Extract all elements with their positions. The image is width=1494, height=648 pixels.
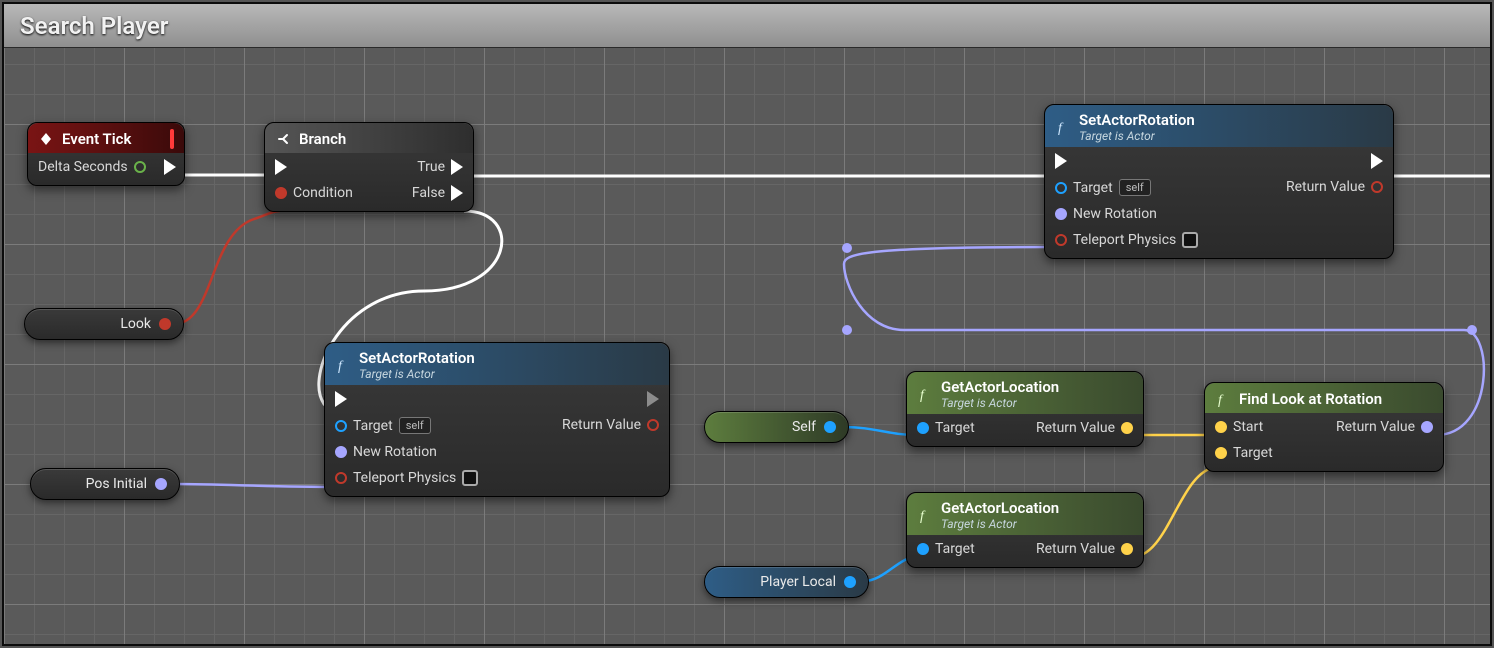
- event-icon: [38, 131, 54, 147]
- node-title: GetActorLocation: [941, 499, 1059, 517]
- node-set-actor-rotation-top[interactable]: f SetActorRotation Target is Actor Targe…: [1044, 104, 1394, 259]
- branch-icon: [275, 131, 291, 147]
- pin-rotator-icon: [335, 446, 347, 458]
- pin-bool-icon: [1055, 234, 1067, 246]
- pin-bool-icon: [1371, 181, 1383, 193]
- input-teleport-physics[interactable]: Teleport Physics: [335, 470, 478, 486]
- svg-text:f: f: [1218, 393, 1224, 407]
- pin-vector-icon: [1121, 543, 1133, 555]
- node-title: SetActorRotation: [1079, 111, 1195, 129]
- svg-text:f: f: [920, 388, 926, 402]
- svg-text:f: f: [338, 359, 344, 373]
- node-title: Find Look at Rotation: [1239, 390, 1382, 408]
- output-delta-seconds[interactable]: Delta Seconds: [38, 159, 146, 175]
- pin-vector-icon: [1215, 447, 1227, 459]
- function-icon: f: [917, 507, 933, 523]
- node-title: GetActorLocation: [941, 378, 1059, 396]
- var-self[interactable]: Self: [704, 411, 849, 443]
- input-target[interactable]: Target: [917, 541, 975, 557]
- self-chip: self: [399, 417, 431, 434]
- panel-title: Search Player: [4, 4, 1490, 48]
- input-target[interactable]: Target: [917, 420, 975, 436]
- input-new-rotation[interactable]: New Rotation: [335, 444, 478, 460]
- pin-vector-icon: [1121, 422, 1133, 434]
- pin-vector-icon: [1215, 421, 1227, 433]
- exec-in[interactable]: [275, 159, 353, 175]
- node-find-look-at-rotation[interactable]: f Find Look at Rotation Start Target Ret…: [1204, 382, 1444, 472]
- pin-object-icon: [917, 422, 929, 434]
- function-icon: f: [1055, 119, 1071, 135]
- node-title: Branch: [299, 130, 346, 148]
- function-icon: f: [335, 357, 351, 373]
- input-target[interactable]: Target self: [335, 417, 478, 434]
- node-set-actor-rotation-mid[interactable]: f SetActorRotation Target is Actor Targe…: [324, 342, 670, 497]
- var-pos-initial[interactable]: Pos Initial: [30, 468, 180, 500]
- node-event-tick[interactable]: Event Tick Delta Seconds: [27, 122, 185, 186]
- output-return-value[interactable]: Return Value: [1036, 541, 1133, 557]
- exec-arrow-icon: [1371, 153, 1383, 169]
- svg-text:f: f: [920, 509, 926, 523]
- output-return-value[interactable]: Return Value: [1336, 419, 1433, 435]
- var-player-local[interactable]: Player Local: [704, 566, 869, 598]
- pin-object-icon: [335, 420, 347, 432]
- exec-arrow-icon: [647, 391, 659, 407]
- pin-object-icon: [824, 421, 836, 433]
- pin-rotator-icon: [1421, 421, 1433, 433]
- node-title: SetActorRotation: [359, 349, 475, 367]
- output-return-value[interactable]: Return Value: [562, 417, 659, 433]
- checkbox[interactable]: [1182, 232, 1198, 248]
- input-start[interactable]: Start: [1215, 419, 1273, 435]
- exec-out[interactable]: [647, 391, 659, 407]
- exec-out-true[interactable]: True: [417, 159, 463, 175]
- pin-bool-icon: [335, 472, 347, 484]
- exec-in[interactable]: [335, 391, 478, 407]
- input-target[interactable]: Target self: [1055, 179, 1198, 196]
- node-branch[interactable]: Branch Condition True False: [264, 122, 474, 212]
- pin-rotator-icon: [155, 478, 167, 490]
- self-chip: self: [1119, 179, 1151, 196]
- exec-arrow-icon: [164, 159, 176, 175]
- pin-object-icon: [917, 543, 929, 555]
- input-teleport-physics[interactable]: Teleport Physics: [1055, 232, 1198, 248]
- pin-bool-icon: [159, 318, 171, 330]
- output-return-value[interactable]: Return Value: [1286, 179, 1383, 195]
- svg-text:f: f: [1058, 121, 1064, 135]
- node-subtitle: Target is Actor: [359, 367, 475, 381]
- exec-arrow-icon: [451, 185, 463, 201]
- exec-arrow-icon: [1055, 153, 1067, 169]
- node-subtitle: Target is Actor: [1079, 129, 1195, 143]
- input-target[interactable]: Target: [1215, 445, 1273, 461]
- function-icon: f: [1215, 391, 1231, 407]
- exec-out-false[interactable]: False: [412, 185, 463, 201]
- exec-arrow-icon: [275, 159, 287, 175]
- checkbox[interactable]: [462, 470, 478, 486]
- pin-object-icon: [844, 576, 856, 588]
- wire-layer: [4, 4, 1490, 644]
- node-get-actor-location-player[interactable]: f GetActorLocation Target is Actor Targe…: [906, 492, 1144, 568]
- node-title: Event Tick: [62, 130, 131, 148]
- exec-arrow-icon: [451, 159, 463, 175]
- delegate-pin[interactable]: [170, 129, 174, 149]
- var-look[interactable]: Look: [24, 308, 184, 340]
- pin-bool-icon: [647, 419, 659, 431]
- pin-rotator-icon: [1055, 208, 1067, 220]
- pin-bool-icon: [275, 187, 287, 199]
- node-get-actor-location-self[interactable]: f GetActorLocation Target is Actor Targe…: [906, 371, 1144, 447]
- input-new-rotation[interactable]: New Rotation: [1055, 206, 1198, 222]
- exec-out[interactable]: [1371, 153, 1383, 169]
- input-condition[interactable]: Condition: [275, 185, 353, 201]
- exec-out[interactable]: [164, 159, 176, 175]
- node-subtitle: Target is Actor: [941, 517, 1059, 531]
- node-subtitle: Target is Actor: [941, 396, 1059, 410]
- exec-in[interactable]: [1055, 153, 1198, 169]
- pin-object-icon: [1055, 182, 1067, 194]
- pin-float-icon: [134, 161, 146, 173]
- output-return-value[interactable]: Return Value: [1036, 420, 1133, 436]
- function-icon: f: [917, 386, 933, 402]
- exec-arrow-icon: [335, 391, 347, 407]
